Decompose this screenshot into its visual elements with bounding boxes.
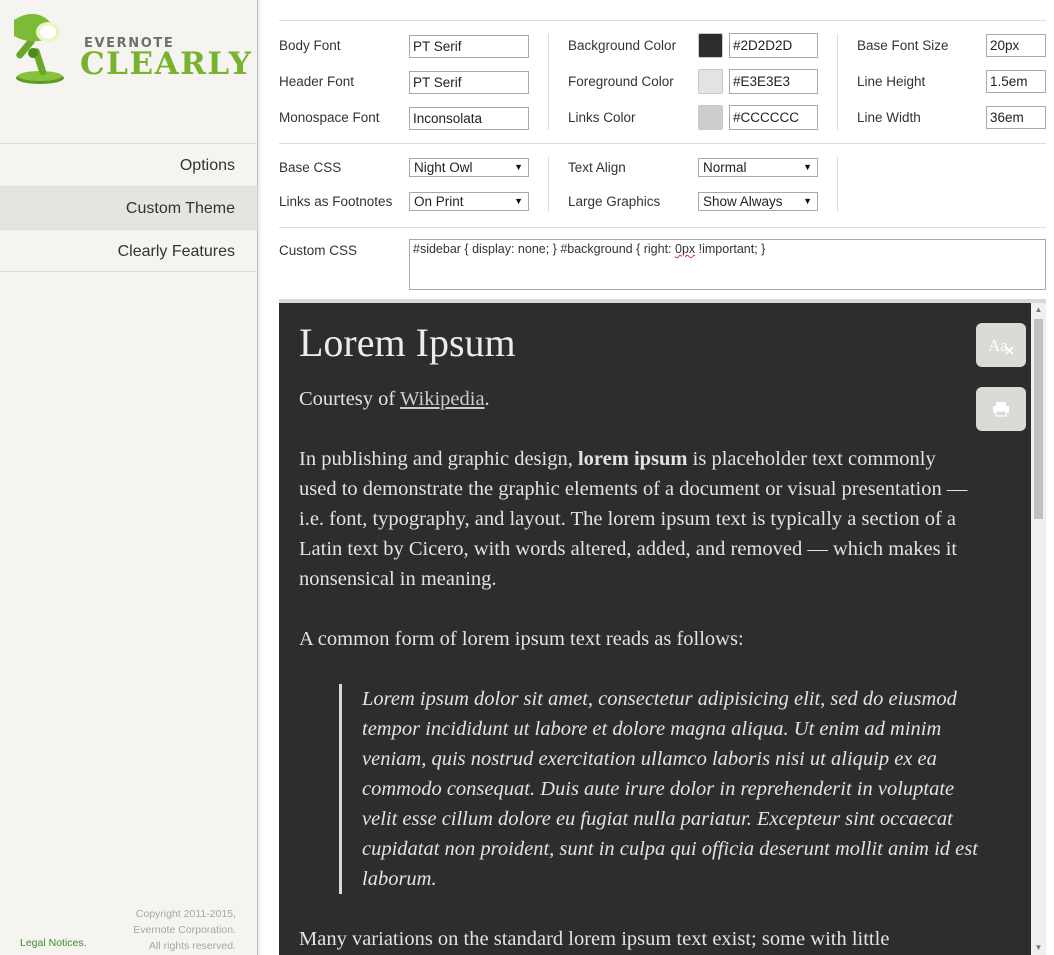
courtesy-text: Courtesy of — [299, 388, 400, 410]
line-width-label: Line Width — [857, 110, 921, 125]
copyright-line: Copyright 2011-2015, — [135, 908, 236, 920]
scroll-down-arrow-icon[interactable]: ▼ — [1031, 941, 1046, 955]
spellcheck-flagged-word: 0px — [675, 242, 696, 256]
foreground-color-input[interactable] — [729, 69, 818, 94]
dropdown-arrow-icon: ▼ — [514, 196, 523, 206]
custom-css-textarea[interactable]: #sidebar { display: none; } #background … — [409, 239, 1046, 290]
links-color-swatch[interactable] — [698, 105, 723, 130]
large-graphics-value: Show Always — [703, 194, 783, 209]
lamp-logo-icon — [14, 13, 64, 84]
evernote-clearly-logo: EVERNOTE CLEARLY — [0, 0, 258, 142]
nav-item-custom-theme[interactable]: Custom Theme — [0, 186, 258, 229]
base-css-value: Night Owl — [414, 160, 473, 175]
foreground-color-swatch[interactable] — [698, 69, 723, 94]
base-font-size-label: Base Font Size — [857, 38, 949, 53]
column-divider — [548, 34, 549, 130]
copyright-line: Evernote Corporation. — [133, 924, 236, 936]
large-graphics-label: Large Graphics — [568, 194, 661, 209]
background-color-swatch[interactable] — [698, 33, 723, 58]
nav-item-clearly-features[interactable]: Clearly Features — [0, 229, 258, 272]
line-width-input[interactable] — [986, 106, 1046, 129]
copyright-line: All rights reserved. — [149, 940, 236, 952]
print-button[interactable] — [976, 387, 1026, 431]
svg-text:Aa: Aa — [988, 336, 1008, 355]
preview-scrollbar[interactable]: ▲ ▼ — [1031, 303, 1046, 955]
base-font-size-input[interactable] — [986, 34, 1046, 57]
wikipedia-link[interactable]: Wikipedia — [400, 388, 485, 410]
monospace-font-input[interactable] — [409, 107, 529, 130]
text-size-icon: Aa — [988, 336, 1014, 355]
print-icon — [993, 402, 1009, 417]
divider — [279, 227, 1046, 228]
paragraph-text: In publishing and graphic design, — [299, 448, 578, 470]
line-height-label: Line Height — [857, 74, 926, 89]
monospace-font-label: Monospace Font — [279, 110, 380, 125]
dropdown-arrow-icon: ▼ — [803, 162, 812, 172]
preview-paragraph: A common form of lorem ipsum text reads … — [299, 628, 744, 650]
divider — [279, 143, 1046, 144]
text-align-select[interactable]: Normal ▼ — [698, 158, 818, 177]
text-align-label: Text Align — [568, 160, 626, 175]
sidebar-nav: Options Custom Theme Clearly Features — [0, 143, 258, 272]
sidebar: EVERNOTE CLEARLY Options Custom Theme Cl… — [0, 0, 262, 955]
nav-item-options[interactable]: Options — [0, 143, 258, 186]
links-as-footnotes-label: Links as Footnotes — [279, 194, 393, 209]
body-font-label: Body Font — [279, 38, 341, 53]
background-color-input[interactable] — [729, 33, 818, 58]
custom-css-label: Custom CSS — [279, 243, 358, 258]
base-css-label: Base CSS — [279, 160, 342, 175]
header-font-input[interactable] — [409, 71, 529, 94]
text-size-button[interactable]: Aa — [976, 323, 1026, 367]
foreground-color-label: Foreground Color — [568, 74, 674, 89]
links-color-label: Links Color — [568, 110, 636, 125]
preview-paragraph: In publishing and graphic design, lorem … — [299, 444, 969, 594]
text-align-value: Normal — [703, 160, 747, 175]
theme-preview: Lorem Ipsum Courtesy of Wikipedia. In pu… — [279, 303, 1031, 955]
column-divider — [837, 157, 838, 212]
links-color-input[interactable] — [729, 105, 818, 130]
links-as-footnotes-select[interactable]: On Print ▼ — [409, 192, 529, 211]
dropdown-arrow-icon: ▼ — [514, 162, 523, 172]
divider — [279, 20, 1046, 21]
preview-courtesy: Courtesy of Wikipedia. — [299, 384, 969, 414]
header-font-label: Header Font — [279, 74, 355, 89]
background-color-label: Background Color — [568, 38, 677, 53]
preview-title: Lorem Ipsum — [299, 320, 516, 365]
scroll-thumb[interactable] — [1034, 319, 1043, 519]
logo-clearly-text: CLEARLY — [80, 46, 253, 82]
column-divider — [548, 157, 549, 212]
line-height-input[interactable] — [986, 70, 1046, 93]
preview-paragraph: Many variations on the standard lorem ip… — [299, 928, 890, 950]
body-font-input[interactable] — [409, 35, 529, 58]
column-divider — [837, 34, 838, 130]
custom-css-text: !important; } — [695, 242, 766, 256]
courtesy-suffix: . — [484, 388, 490, 410]
preview-blockquote: Lorem ipsum dolor sit amet, consectetur … — [339, 684, 989, 894]
links-as-footnotes-value: On Print — [414, 194, 464, 209]
copyright-notice: Copyright 2011-2015, Evernote Corporatio… — [133, 906, 236, 954]
large-graphics-select[interactable]: Show Always ▼ — [698, 192, 818, 211]
scroll-up-arrow-icon[interactable]: ▲ — [1031, 303, 1046, 317]
custom-css-text: #sidebar { display: none; } #background … — [413, 242, 675, 256]
legal-notices-link[interactable]: Legal Notices. — [20, 937, 87, 949]
dropdown-arrow-icon: ▼ — [803, 196, 812, 206]
paragraph-bold: lorem ipsum — [577, 448, 688, 470]
base-css-select[interactable]: Night Owl ▼ — [409, 158, 529, 177]
